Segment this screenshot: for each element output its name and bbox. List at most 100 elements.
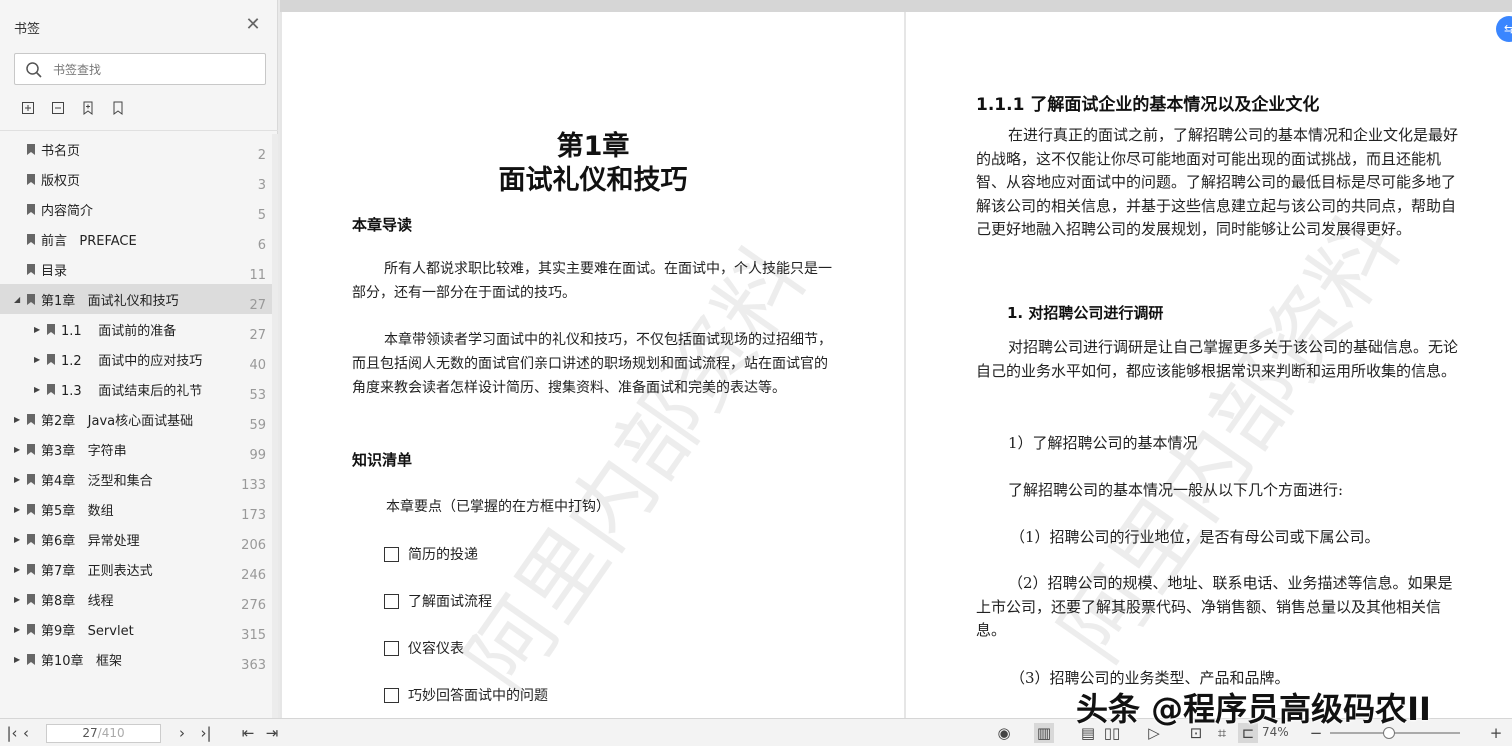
forward-icon[interactable]: ⇥ [262,723,282,743]
bookmark-item[interactable]: 版权页 3 [0,164,272,194]
checkbox[interactable] [384,687,399,703]
expand-all-icon[interactable] [18,98,38,118]
bookmark-item[interactable]: ▶ 第5章 数组 173 [0,494,272,524]
add-bookmark-icon[interactable] [78,98,98,118]
bookmark-item[interactable]: ▶ 第4章 泛型和集合 133 [0,464,272,494]
bookmark-page-number: 27 [249,328,266,343]
expand-arrow-icon[interactable]: ▶ [34,325,40,334]
bookmark-icon [27,444,35,455]
checklist-item[interactable]: 简历的投递 [384,544,478,564]
bookmark-icon[interactable] [108,98,128,118]
divider [0,130,278,131]
bookmark-item[interactable]: 目录 11 [0,254,272,284]
page-28: 阿里内部资料 1.1.1 了解面试企业的基本情况以及企业文化 在进行真正的面试之… [906,12,1512,718]
collapse-all-icon[interactable] [48,98,68,118]
zoom-in-icon[interactable]: + [1486,723,1506,743]
next-page-icon[interactable]: › [172,723,192,743]
bookmark-item[interactable]: 内容简介 5 [0,194,272,224]
bookmark-page-number: 133 [241,478,266,493]
bookmark-item[interactable]: ▶ 第6章 异常处理 206 [0,524,272,554]
expand-arrow-icon[interactable]: ▶ [34,385,40,394]
bookmark-item[interactable]: ▶ 第8章 线程 276 [0,584,272,614]
expand-arrow-icon[interactable]: ▶ [34,355,40,364]
bookmark-item[interactable]: ◢ 第1章 面试礼仪和技巧 27 [0,284,272,314]
bookmark-item[interactable]: ▶ 第7章 正则表达式 246 [0,554,272,584]
point-1: （1）招聘公司的行业地位，是否有母公司或下属公司。 [1010,528,1380,546]
total-pages: /410 [97,726,125,740]
single-page-icon[interactable]: ▥ [1034,723,1054,743]
bookmark-icon [27,594,35,605]
bookmark-item[interactable]: ▶ 1.2 面试中的应对技巧 40 [0,344,272,374]
bookmark-search-box[interactable] [14,53,266,85]
bookmark-label: 1.1 面试前的准备 [61,323,177,339]
zoom-slider[interactable] [1330,727,1460,739]
expand-arrow-icon[interactable]: ▶ [14,595,20,604]
sidebar-title: 书签 [14,22,41,37]
checkbox[interactable] [384,546,399,562]
back-icon[interactable]: ⇤ [238,723,258,743]
expand-arrow-icon[interactable]: ▶ [14,415,20,424]
checkbox[interactable] [384,593,399,609]
list-heading: 知识清单 [352,451,413,469]
bookmark-icon [27,504,35,515]
previous-page-icon[interactable]: ‹ [16,723,36,743]
sidebar-scrollbar[interactable] [272,134,278,718]
bookmark-item[interactable]: ▶ 1.3 面试结束后的礼节 53 [0,374,272,404]
checklist-item[interactable]: 巧妙回答面试中的问题 [384,685,548,705]
expand-arrow-icon[interactable]: ▶ [14,445,20,454]
list-intro: 本章要点（已掌握的在方框中打钩） [386,499,610,515]
expand-arrow-icon[interactable]: ▶ [14,535,20,544]
bookmark-item[interactable]: ▶ 第3章 字符串 99 [0,434,272,464]
bookmark-search-input[interactable] [53,60,253,80]
last-page-icon[interactable]: ›| [196,723,216,743]
bookmark-icon [27,204,35,215]
bookmark-icon [27,654,35,665]
checklist-item[interactable]: 了解面试流程 [384,591,492,611]
bookmark-label: 1.2 面试中的应对技巧 [61,353,203,369]
close-icon[interactable]: ✕ [244,16,262,34]
bookmark-item[interactable]: ▶ 第2章 Java核心面试基础 59 [0,404,272,434]
page-number-field[interactable]: 27/410 [46,724,161,743]
current-page: 27 [82,726,98,740]
bookmark-label: 目录 [41,263,68,279]
expand-arrow-icon[interactable]: ▶ [14,475,20,484]
bookmark-label: 版权页 [41,173,81,189]
eye-icon[interactable]: ◉ [994,723,1014,743]
checkbox[interactable] [384,640,399,656]
bookmark-icon [27,564,35,575]
bookmark-icon [27,174,35,185]
bookmark-item[interactable]: ▶ 1.1 面试前的准备 27 [0,314,272,344]
checklist-item[interactable]: 仪容仪表 [384,638,464,658]
bookmark-label: 第3章 字符串 [41,443,127,459]
overlay-watermark-text: 头条 @程序员高级码农II [1076,690,1431,728]
expand-arrow-icon[interactable]: ▶ [14,655,20,664]
bookmark-icon [27,624,35,635]
expand-arrow-icon[interactable]: ▶ [14,565,20,574]
bookmark-page-number: 2 [257,148,266,163]
bookmark-item[interactable]: ▶ 第10章 框架 363 [0,644,272,674]
bookmark-icon [27,144,35,155]
bookmark-item[interactable]: 前言 PREFACE 6 [0,224,272,254]
checklist-label: 仪容仪表 [408,641,464,657]
bookmark-page-number: 40 [249,358,266,373]
document-viewport[interactable]: 阿里内部资料 第1章 面试礼仪和技巧 本章导读 所有人都说求职比较难，其实主要难… [280,0,1512,718]
bookmark-icon [27,264,35,275]
bookmark-page-number: 315 [241,628,266,643]
expand-arrow-icon[interactable]: ▶ [14,505,20,514]
collapse-arrow-icon[interactable]: ◢ [14,295,20,304]
pdf-reader-window: 书签 ✕ 书名页 2 版权页 3 内容简介 5 前言 PREFACE 6 目录 [0,0,1512,746]
bookmark-page-number: 53 [249,388,266,403]
bookmark-icon [47,354,55,365]
bookmark-page-number: 173 [241,508,266,523]
point-2: （2）招聘公司的规模、地址、联系电话、业务描述等信息。如果是上市公司，还要了解其… [976,574,1453,639]
checklist-label: 简历的投递 [408,547,478,563]
bookmark-label: 第2章 Java核心面试基础 [41,413,194,429]
bookmark-label: 第7章 正则表达式 [41,563,153,579]
bookmark-item[interactable]: ▶ 第9章 Servlet 315 [0,614,272,644]
bookmark-item[interactable]: 书名页 2 [0,134,272,164]
expand-arrow-icon[interactable]: ▶ [14,625,20,634]
paragraph-1: 在进行真正的面试之前，了解招聘公司的基本情况和企业文化是最好的战略，这不仅能让你… [976,126,1459,238]
bookmark-toolbar [18,98,128,118]
bookmark-label: 前言 PREFACE [41,233,137,249]
bookmark-icon [47,324,55,335]
